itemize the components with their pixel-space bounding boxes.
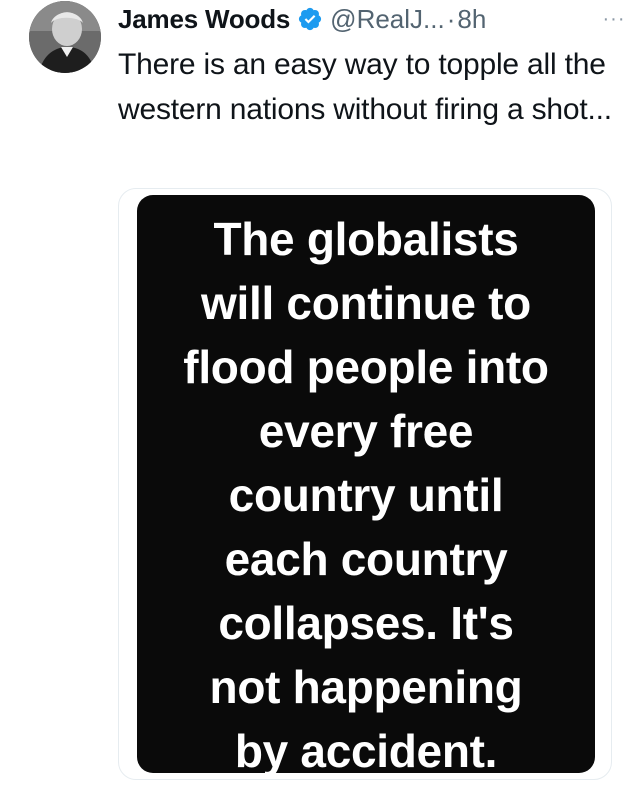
tweet-timestamp[interactable]: 8h bbox=[457, 0, 486, 38]
media-image: The globalists will continue to flood pe… bbox=[137, 195, 595, 777]
tweet[interactable]: James Woods @RealJ... · 8h ··· There is … bbox=[0, 0, 643, 788]
media-text-line: country until bbox=[228, 469, 504, 521]
media-text-line: each country bbox=[224, 533, 508, 585]
more-options-icon[interactable]: ··· bbox=[599, 0, 629, 38]
media-text-line: every free bbox=[258, 405, 474, 457]
media-text-line: will continue to bbox=[201, 277, 531, 329]
separator-dot: · bbox=[446, 4, 456, 34]
media-text-line: flood people into bbox=[183, 341, 549, 393]
media-text-line: The globalists bbox=[213, 213, 519, 265]
avatar[interactable] bbox=[29, 1, 101, 73]
tweet-header: James Woods @RealJ... · 8h ··· bbox=[118, 0, 629, 38]
media-text-line: not happening bbox=[209, 661, 523, 713]
author-name[interactable]: James Woods bbox=[118, 0, 290, 38]
media-text-line: by accident. bbox=[234, 725, 498, 777]
tweet-text: There is an easy way to topple all the w… bbox=[118, 48, 612, 126]
media-text-line: collapses. It's bbox=[218, 597, 514, 649]
tweet-media[interactable]: The globalists will continue to flood pe… bbox=[118, 188, 612, 780]
avatar-photo-icon bbox=[29, 1, 101, 73]
author-handle[interactable]: @RealJ... bbox=[330, 0, 445, 38]
verified-badge-icon bbox=[297, 6, 323, 32]
